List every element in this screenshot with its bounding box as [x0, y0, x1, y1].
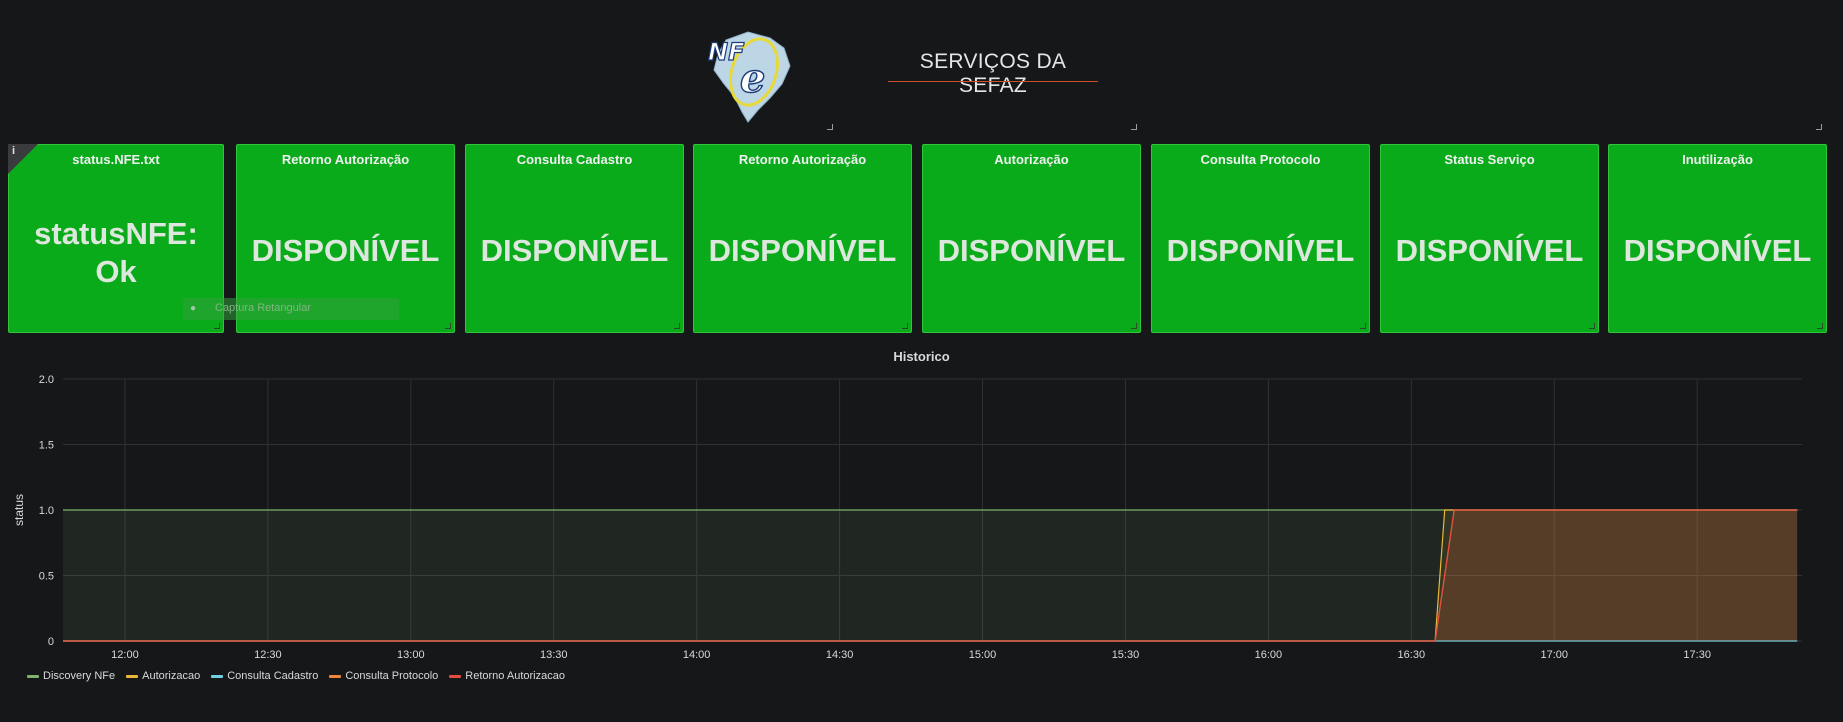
logo-text-e: e	[740, 55, 765, 102]
resize-handle[interactable]	[1360, 323, 1366, 329]
resize-handle[interactable]	[1131, 124, 1137, 130]
page-title: SERVIÇOS DA SEFAZ	[919, 50, 1067, 97]
y-tick-label: 2.0	[39, 374, 54, 386]
panel-value: DISPONÍVEL	[708, 233, 897, 268]
capture-icon: ●	[190, 303, 197, 314]
nfe-logo-image: NF e	[707, 31, 791, 123]
panel-title: Autorização	[994, 152, 1069, 167]
nfe-logo: NF e	[704, 26, 796, 124]
x-tick-label: 15:30	[1112, 649, 1140, 661]
panel-title: Inutilização	[1682, 152, 1753, 167]
chart-legend: Discovery NFe Autorizacao Consulta Cadastr…	[27, 670, 565, 682]
legend-swatch	[329, 674, 342, 678]
history-chart[interactable]: 0 0.5 1.0 1.5 2.0 12:00 12:30 13:00 13:30 14:00 14…	[0, 360, 1843, 672]
dashboard-header: NF e SERVIÇOS DA SEFAZ	[0, 0, 1843, 130]
resize-handle[interactable]	[214, 323, 220, 329]
stat-panel-status-servico[interactable]: Status Serviço DISPONÍVEL	[1380, 144, 1599, 333]
legend-item[interactable]: Autorizacao	[126, 670, 200, 682]
x-tick-label: 16:30	[1398, 649, 1426, 661]
legend-item[interactable]: Consulta Cadastro	[211, 670, 318, 682]
resize-handle[interactable]	[1589, 323, 1595, 329]
panel-value: statusNFE: Ok	[9, 215, 223, 291]
legend-swatch	[449, 674, 462, 678]
panel-value: DISPONÍVEL	[1166, 233, 1355, 268]
stat-panel-retorno-autorizacao-2[interactable]: Retorno Autorização DISPONÍVEL	[693, 144, 912, 333]
legend-label: Autorizacao	[142, 670, 201, 682]
x-tick-label: 17:00	[1540, 649, 1568, 661]
y-tick-label: 0.5	[39, 571, 54, 583]
panel-title: Consulta Protocolo	[1200, 152, 1321, 167]
panel-value-line: Ok	[95, 254, 137, 289]
x-tick-label: 12:00	[111, 649, 139, 661]
panel-title: Consulta Cadastro	[516, 152, 633, 167]
resize-handle[interactable]	[1131, 323, 1137, 329]
y-tick-label: 1.5	[39, 440, 54, 452]
resize-handle[interactable]	[674, 323, 680, 329]
panel-title: Retorno Autorização	[738, 152, 867, 167]
panel-title: Retorno Autorização	[281, 152, 410, 167]
y-tick-label: 1.0	[39, 505, 54, 517]
resize-handle[interactable]	[827, 124, 833, 130]
panel-value: DISPONÍVEL	[480, 233, 669, 268]
title-underline	[888, 81, 1098, 82]
panel-value: DISPONÍVEL	[1623, 233, 1812, 268]
legend-label: Consulta Protocolo	[345, 670, 439, 682]
legend-swatch	[211, 674, 224, 678]
panel-title: status.NFE.txt	[72, 152, 160, 167]
stat-panel-consulta-protocolo[interactable]: Consulta Protocolo DISPONÍVEL	[1151, 144, 1370, 333]
panel-value: DISPONÍVEL	[1395, 233, 1584, 268]
panel-value: DISPONÍVEL	[251, 233, 440, 268]
x-tick-label: 15:00	[969, 649, 997, 661]
panel-title: Status Serviço	[1444, 152, 1535, 167]
x-tick-label: 13:30	[540, 649, 568, 661]
stat-panel-consulta-cadastro[interactable]: Consulta Cadastro DISPONÍVEL	[465, 144, 684, 333]
capture-tooltip: ● Captura Retangular	[183, 298, 399, 320]
legend-label: Retorno Autorizacao	[465, 670, 565, 682]
legend-item[interactable]: Discovery NFe	[27, 670, 115, 682]
tooltip-text: Captura Retangular	[215, 302, 312, 314]
legend-swatch	[27, 674, 39, 678]
x-tick-label: 17:30	[1683, 649, 1711, 661]
legend-label: Consulta Cadastro	[227, 670, 319, 682]
resize-handle[interactable]	[1817, 323, 1823, 329]
stat-panel-autorizacao[interactable]: Autorização DISPONÍVEL	[922, 144, 1141, 333]
x-tick-label: 12:30	[254, 649, 282, 661]
resize-handle[interactable]	[902, 323, 908, 329]
x-tick-label: 13:00	[397, 649, 425, 661]
y-tick-label: 0	[48, 636, 54, 648]
panel-value-line: statusNFE:	[34, 216, 198, 251]
resize-handle[interactable]	[445, 323, 451, 329]
legend-item[interactable]: Retorno Autorizacao	[449, 670, 565, 682]
legend-swatch	[126, 674, 139, 678]
y-axis-label: status	[12, 494, 26, 526]
x-tick-label: 16:00	[1255, 649, 1283, 661]
panel-value: DISPONÍVEL	[937, 233, 1126, 268]
stat-panel-inutilizacao[interactable]: Inutilização DISPONÍVEL	[1608, 144, 1827, 333]
x-tick-label: 14:00	[683, 649, 711, 661]
x-tick-label: 14:30	[826, 649, 854, 661]
legend-label: Discovery NFe	[43, 670, 116, 682]
legend-item[interactable]: Consulta Protocolo	[329, 670, 438, 682]
resize-handle[interactable]	[1816, 124, 1822, 130]
